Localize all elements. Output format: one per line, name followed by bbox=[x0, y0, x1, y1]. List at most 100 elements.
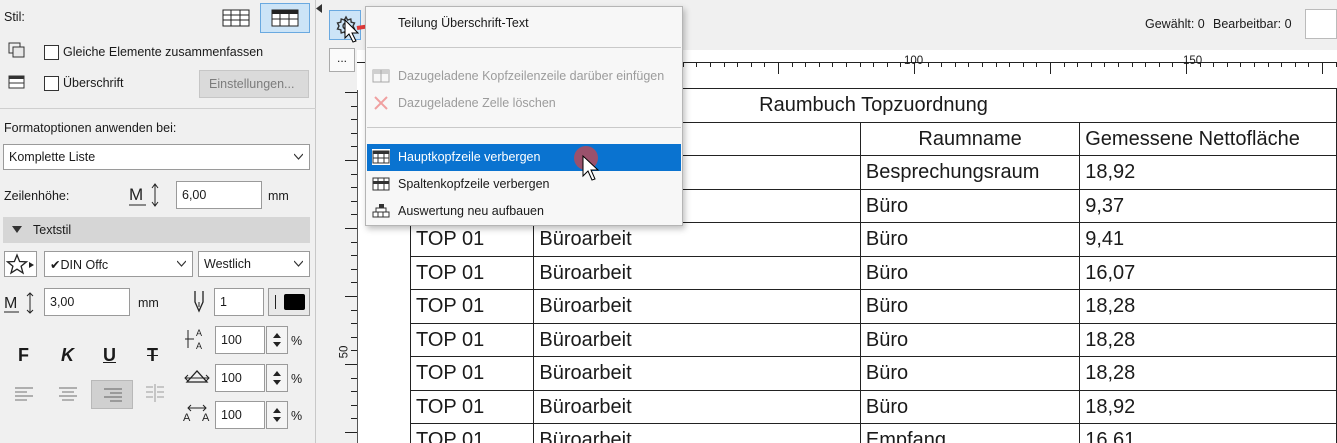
gleiche-elemente-checkbox[interactable] bbox=[44, 45, 59, 60]
column-header[interactable]: Raumname bbox=[859, 121, 1081, 156]
table-cell[interactable]: 9,37 bbox=[1079, 188, 1337, 223]
spacing-input[interactable]: 100 bbox=[215, 364, 265, 392]
favorites-button[interactable] bbox=[4, 251, 37, 277]
row-height-input[interactable]: 6,00 bbox=[176, 181, 262, 209]
style-grid-plain-button[interactable] bbox=[218, 5, 254, 31]
menu-item-label: Auswertung neu aufbauen bbox=[398, 204, 544, 218]
script-select[interactable]: Westlich bbox=[198, 251, 310, 277]
einstellungen-button[interactable]: Einstellungen... bbox=[199, 70, 309, 98]
editable-count: Bearbeitbar: 0 bbox=[1213, 17, 1292, 31]
ruler-tick bbox=[1267, 62, 1269, 67]
strikethrough-button[interactable]: T bbox=[147, 345, 158, 366]
table-cell[interactable]: Büroarbeit bbox=[533, 389, 861, 424]
toolbar-button-right[interactable] bbox=[1305, 9, 1337, 39]
table-cell[interactable]: Büroarbeit bbox=[533, 222, 861, 257]
char-width-stepper[interactable] bbox=[266, 326, 288, 354]
table-cell[interactable]: Büro bbox=[859, 356, 1081, 391]
char-width-icon: A A bbox=[185, 328, 202, 351]
table-cell[interactable]: Besprechungsraum bbox=[859, 155, 1081, 190]
table-cell[interactable]: TOP 01 bbox=[409, 423, 535, 443]
textstil-section-header[interactable]: Textstil bbox=[3, 217, 310, 243]
table-header-style-icon bbox=[271, 9, 299, 27]
script-value: Westlich bbox=[204, 257, 252, 271]
ruler-tick bbox=[1104, 62, 1106, 67]
ruler-tick bbox=[750, 62, 752, 67]
ruler-tick bbox=[737, 62, 739, 67]
table-cell[interactable]: 18,28 bbox=[1079, 322, 1337, 357]
text-size-input[interactable]: 3,00 bbox=[44, 288, 130, 316]
table-cell[interactable]: Büro bbox=[859, 389, 1081, 424]
pen-color-swatch[interactable] bbox=[268, 288, 310, 316]
font-select[interactable]: ✔DIN Offc bbox=[44, 251, 193, 277]
table-cell[interactable]: Büro bbox=[859, 222, 1081, 257]
table-cell[interactable]: 16,07 bbox=[1079, 255, 1337, 290]
italic-button[interactable]: K bbox=[61, 345, 74, 366]
apply-scope-select[interactable]: Komplette Liste bbox=[3, 144, 310, 170]
table-cell[interactable]: 16,61 bbox=[1079, 423, 1337, 443]
side-ruler-tick bbox=[351, 350, 357, 352]
bold-button[interactable]: F bbox=[18, 345, 29, 366]
menu-item-label: Dazugeladene Zelle löschen bbox=[398, 96, 556, 110]
svg-text:A: A bbox=[183, 412, 191, 424]
formatoptionen-label: Formatoptionen anwenden bei: bbox=[4, 121, 177, 135]
table-cell[interactable]: Büroarbeit bbox=[533, 255, 861, 290]
ruler-label: 150 bbox=[1183, 55, 1203, 67]
side-ruler-tick bbox=[345, 296, 357, 297]
table-cell[interactable]: 9,41 bbox=[1079, 222, 1337, 257]
table-cell[interactable]: TOP 01 bbox=[409, 356, 535, 391]
table-cell[interactable]: TOP 01 bbox=[409, 222, 535, 257]
table-row: TOP 01 Büroarbeit Empfang 16,61 bbox=[409, 423, 1337, 443]
spacing-stepper[interactable] bbox=[266, 364, 288, 392]
table-cell[interactable]: TOP 01 bbox=[409, 289, 535, 324]
menu-item-delete-cell[interactable]: Dazugeladene Zelle löschen bbox=[367, 90, 681, 117]
table-cell[interactable]: Büroarbeit bbox=[533, 356, 861, 391]
table-cell[interactable]: TOP 01 bbox=[409, 255, 535, 290]
table-cell[interactable]: Büro bbox=[859, 188, 1081, 223]
ruler-tick bbox=[805, 62, 807, 67]
ruler-tick bbox=[954, 62, 956, 67]
table-cell[interactable]: Büroarbeit bbox=[533, 423, 861, 443]
column-header-icon bbox=[372, 177, 390, 191]
underline-button[interactable]: U bbox=[103, 345, 116, 366]
table-cell[interactable]: 18,92 bbox=[1079, 155, 1337, 190]
table-cell[interactable]: Büro bbox=[859, 289, 1081, 324]
style-grid-header-button[interactable] bbox=[260, 3, 310, 33]
menu-item-teilung[interactable]: Teilung Überschrift-Text bbox=[367, 10, 681, 37]
ruler-label: 100 bbox=[904, 55, 924, 67]
side-ruler-tick bbox=[351, 255, 357, 257]
table-cell[interactable]: 18,28 bbox=[1079, 289, 1337, 324]
table-cell[interactable]: TOP 01 bbox=[409, 389, 535, 424]
side-ruler-tick bbox=[351, 377, 357, 379]
table-row: TOP 01 Büroarbeit Büro 16,07 bbox=[409, 255, 1337, 290]
ruler-tick bbox=[1022, 62, 1024, 67]
selected-count: Gewählt: 0 bbox=[1145, 17, 1205, 31]
table-cell[interactable]: Büroarbeit bbox=[533, 322, 861, 357]
align-left-icon[interactable] bbox=[14, 386, 34, 402]
column-header[interactable]: Gemessene Nettofläche bbox=[1079, 121, 1337, 156]
line-spacing-stepper[interactable] bbox=[266, 401, 288, 429]
align-right-button[interactable] bbox=[91, 380, 133, 409]
text-size-unit: mm bbox=[138, 296, 159, 310]
table-cell[interactable]: Büro bbox=[859, 255, 1081, 290]
line-spacing-input[interactable]: 100 bbox=[215, 401, 265, 429]
table-cell[interactable]: Empfang bbox=[859, 423, 1081, 443]
ruler-tick bbox=[710, 62, 711, 67]
align-justify-icon[interactable] bbox=[145, 384, 165, 404]
align-center-icon[interactable] bbox=[58, 386, 78, 402]
char-width-input[interactable]: 100 bbox=[215, 326, 265, 354]
ruler-tick bbox=[818, 62, 820, 67]
menu-item-insert-header[interactable]: Dazugeladene Kopfzeilenzeile darüber ein… bbox=[367, 63, 681, 90]
menu-item-hide-column-header[interactable]: Spaltenkopfzeile verbergen bbox=[367, 171, 681, 198]
table-cell[interactable]: TOP 01 bbox=[409, 322, 535, 357]
table-cell[interactable]: 18,92 bbox=[1079, 389, 1337, 424]
table-cell[interactable]: Büroarbeit bbox=[533, 289, 861, 324]
side-ruler-tick bbox=[351, 391, 357, 393]
menu-item-rebuild[interactable]: Auswertung neu aufbauen bbox=[367, 198, 681, 225]
percent-unit: % bbox=[291, 334, 303, 348]
table-cell[interactable]: Büro bbox=[859, 322, 1081, 357]
table-cell[interactable]: 18,28 bbox=[1079, 356, 1337, 391]
pen-number-input[interactable]: 1 bbox=[214, 288, 264, 316]
ruler-tick bbox=[1172, 62, 1174, 67]
ueberschrift-checkbox[interactable] bbox=[44, 76, 59, 91]
menu-item-hide-main-header[interactable]: Hauptkopfzeile verbergen bbox=[367, 144, 681, 171]
